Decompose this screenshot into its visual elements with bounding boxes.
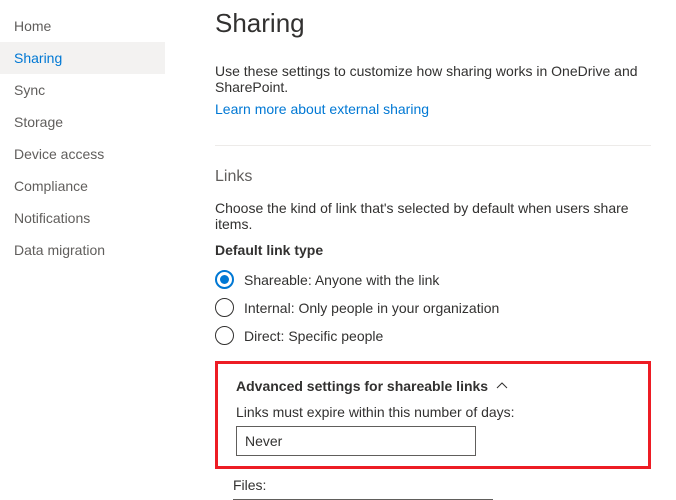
radio-shareable[interactable]: Shareable: Anyone with the link — [215, 270, 651, 289]
sidebar-item-sync[interactable]: Sync — [0, 74, 165, 106]
sidebar-item-sharing[interactable]: Sharing — [0, 42, 165, 74]
sidebar-item-home[interactable]: Home — [0, 10, 165, 42]
radio-label: Direct: Specific people — [244, 328, 383, 344]
radio-icon — [215, 298, 234, 317]
sidebar-item-data-migration[interactable]: Data migration — [0, 234, 165, 266]
radio-internal[interactable]: Internal: Only people in your organizati… — [215, 298, 651, 317]
expire-label: Links must expire within this number of … — [236, 404, 630, 420]
links-section-desc: Choose the kind of link that's selected … — [215, 200, 651, 232]
default-link-type-label: Default link type — [215, 242, 651, 258]
sidebar-item-notifications[interactable]: Notifications — [0, 202, 165, 234]
learn-more-link[interactable]: Learn more about external sharing — [215, 101, 429, 117]
advanced-settings-highlight: Advanced settings for shareable links Li… — [215, 361, 651, 469]
sidebar-item-compliance[interactable]: Compliance — [0, 170, 165, 202]
files-section: Files: View, edit, and upload — [215, 477, 651, 500]
sidebar-item-storage[interactable]: Storage — [0, 106, 165, 138]
sidebar-nav: Home Sharing Sync Storage Device access … — [0, 0, 165, 500]
advanced-settings-toggle[interactable]: Advanced settings for shareable links — [236, 378, 630, 394]
page-title: Sharing — [215, 8, 651, 39]
intro-text: Use these settings to customize how shar… — [215, 63, 651, 95]
section-divider — [215, 145, 651, 146]
files-label: Files: — [233, 477, 633, 493]
radio-direct[interactable]: Direct: Specific people — [215, 326, 651, 345]
radio-icon-selected — [215, 270, 234, 289]
radio-label: Internal: Only people in your organizati… — [244, 300, 499, 316]
expire-days-input[interactable] — [236, 426, 476, 456]
radio-icon — [215, 326, 234, 345]
links-section-title: Links — [215, 168, 651, 186]
sidebar-item-device-access[interactable]: Device access — [0, 138, 165, 170]
radio-label: Shareable: Anyone with the link — [244, 272, 439, 288]
advanced-heading-label: Advanced settings for shareable links — [236, 378, 488, 394]
chevron-up-icon — [496, 380, 508, 392]
main-content: Sharing Use these settings to customize … — [165, 0, 676, 500]
